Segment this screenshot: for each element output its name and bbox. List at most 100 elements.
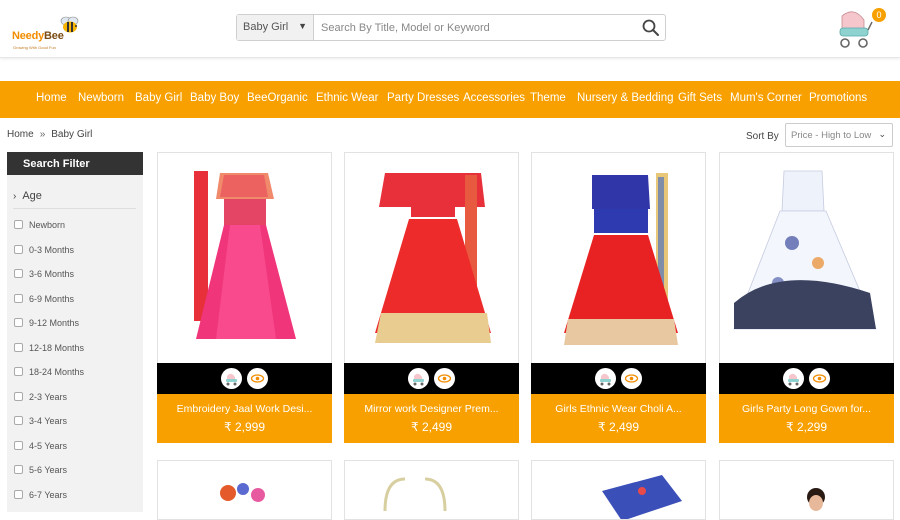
product-image[interactable]	[532, 461, 705, 520]
nav-item-accessories[interactable]: Accessories	[463, 92, 525, 104]
checkbox[interactable]	[14, 490, 23, 499]
needybee-logo[interactable]: NeedyBee Growing With Good Fun	[12, 16, 84, 50]
stroller-icon[interactable]	[221, 368, 242, 389]
chevron-down-icon: ▼	[298, 21, 307, 31]
product-card[interactable]: Mirror work Designer Prem... ₹ 2,499	[344, 152, 519, 443]
product-action-bar	[531, 363, 706, 394]
age-option-6-7-years[interactable]: 6-7 Years	[14, 490, 67, 500]
nav-item-beeorganic[interactable]: BeeOrganic	[247, 92, 308, 104]
checkbox[interactable]	[14, 269, 23, 278]
nav-item-theme[interactable]: Theme	[530, 92, 566, 104]
nav-item-ethnic-wear[interactable]: Ethnic Wear	[316, 92, 378, 104]
checkbox[interactable]	[14, 245, 23, 254]
age-option-newborn[interactable]: Newborn	[14, 220, 65, 230]
checkbox[interactable]	[14, 416, 23, 425]
nav-item-baby-boy[interactable]: Baby Boy	[190, 92, 239, 104]
product-info[interactable]: Girls Ethnic Wear Choli A... ₹ 2,499	[531, 394, 706, 443]
checkbox[interactable]	[14, 465, 23, 474]
nav-item-baby-girl[interactable]: Baby Girl	[135, 92, 182, 104]
product-image[interactable]	[720, 153, 893, 363]
product-image[interactable]	[345, 461, 518, 520]
breadcrumb-home[interactable]: Home	[7, 129, 34, 140]
product-price: ₹ 2,299	[786, 420, 827, 434]
age-option-3-6-months[interactable]: 3-6 Months	[14, 269, 74, 279]
product-name[interactable]: Mirror work Designer Prem...	[344, 403, 519, 415]
age-option-12-18-months[interactable]: 12-18 Months	[14, 343, 84, 353]
stroller-icon[interactable]	[408, 368, 429, 389]
nav-item-gift-sets[interactable]: Gift Sets	[678, 92, 722, 104]
site-header: NeedyBee Growing With Good Fun Baby Girl…	[0, 0, 900, 58]
logo-text: NeedyBee	[12, 30, 64, 42]
checkbox[interactable]	[14, 392, 23, 401]
checkbox[interactable]	[14, 294, 23, 303]
age-option-label: 3-4 Years	[29, 416, 68, 426]
age-option-9-12-months[interactable]: 9-12 Months	[14, 318, 79, 328]
product-action-bar	[719, 363, 894, 394]
stroller-icon[interactable]	[595, 368, 616, 389]
cart-count-badge: 0	[872, 8, 886, 22]
product-name[interactable]: Girls Ethnic Wear Choli A...	[531, 403, 706, 415]
product-card[interactable]: Girls Party Long Gown for... ₹ 2,299	[719, 152, 894, 443]
product-info[interactable]: Embroidery Jaal Work Desi... ₹ 2,999	[157, 394, 332, 443]
age-option-3-4-years[interactable]: 3-4 Years	[14, 416, 67, 426]
age-option-label: 12-18 Months	[29, 343, 85, 353]
age-filter-heading[interactable]: › Age	[13, 190, 42, 202]
checkbox[interactable]	[14, 318, 23, 327]
checkbox[interactable]	[14, 441, 23, 450]
product-image[interactable]	[158, 461, 331, 520]
eye-icon[interactable]	[247, 368, 268, 389]
age-option-label: 3-6 Months	[29, 269, 75, 279]
age-option-label: 9-12 Months	[29, 318, 80, 328]
breadcrumb: Home » Baby Girl	[7, 129, 92, 140]
product-info[interactable]: Mirror work Designer Prem... ₹ 2,499	[344, 394, 519, 443]
baby-stroller-icon	[839, 11, 873, 48]
checkbox[interactable]	[14, 220, 23, 229]
sort-by-label: Sort By	[746, 131, 779, 142]
product-card[interactable]	[157, 460, 332, 520]
product-price: ₹ 2,499	[598, 420, 639, 434]
product-image[interactable]	[345, 153, 518, 363]
product-card[interactable]: Embroidery Jaal Work Desi... ₹ 2,999	[157, 152, 332, 443]
age-option-4-5-years[interactable]: 4-5 Years	[14, 441, 67, 451]
search-bar: Baby Girl ▼	[236, 14, 666, 41]
product-name[interactable]: Girls Party Long Gown for...	[719, 403, 894, 415]
nav-item-newborn[interactable]: Newborn	[78, 92, 124, 104]
search-icon[interactable]	[641, 18, 661, 38]
product-card[interactable]	[719, 460, 894, 520]
age-option-label: 5-6 Years	[29, 465, 68, 475]
divider	[13, 208, 136, 209]
nav-item-party-dresses[interactable]: Party Dresses	[387, 92, 459, 104]
age-option-label: 4-5 Years	[29, 441, 68, 451]
age-option-6-9-months[interactable]: 6-9 Months	[14, 294, 74, 304]
product-name[interactable]: Embroidery Jaal Work Desi...	[157, 403, 332, 415]
eye-icon[interactable]	[621, 368, 642, 389]
product-info[interactable]: Girls Party Long Gown for... ₹ 2,299	[719, 394, 894, 443]
age-option-2-3-years[interactable]: 2-3 Years	[14, 392, 67, 402]
cart-button[interactable]: 0	[834, 8, 886, 50]
product-card[interactable]	[344, 460, 519, 520]
category-select[interactable]: Baby Girl ▼	[237, 15, 314, 40]
nav-item-home[interactable]: Home	[36, 92, 67, 104]
product-image[interactable]	[532, 153, 705, 363]
nav-item-nursery-bedding[interactable]: Nursery & Bedding	[577, 92, 674, 104]
product-image[interactable]	[158, 153, 331, 363]
eye-icon[interactable]	[434, 368, 455, 389]
age-option-5-6-years[interactable]: 5-6 Years	[14, 465, 67, 475]
search-input[interactable]	[315, 15, 635, 40]
product-image[interactable]	[720, 461, 893, 520]
stroller-icon[interactable]	[783, 368, 804, 389]
sort-select[interactable]: Price - High to Low ⌄	[785, 123, 893, 147]
nav-item-promotions[interactable]: Promotions	[809, 92, 867, 104]
chevron-right-icon: ›	[13, 191, 17, 202]
product-card[interactable]	[531, 460, 706, 520]
checkbox[interactable]	[14, 343, 23, 352]
product-card[interactable]: Girls Ethnic Wear Choli A... ₹ 2,499	[531, 152, 706, 443]
age-option-0-3-months[interactable]: 0-3 Months	[14, 245, 74, 255]
checkbox[interactable]	[14, 367, 23, 376]
chevron-down-icon: ⌄	[878, 129, 886, 139]
filter-sidebar: Search Filter › Age Newborn 0-3 Months 3-…	[7, 152, 143, 512]
eye-icon[interactable]	[809, 368, 830, 389]
nav-item-mums-corner[interactable]: Mum's Corner	[730, 92, 802, 104]
sort-select-value: Price - High to Low	[791, 130, 872, 141]
age-option-18-24-months[interactable]: 18-24 Months	[14, 367, 84, 377]
